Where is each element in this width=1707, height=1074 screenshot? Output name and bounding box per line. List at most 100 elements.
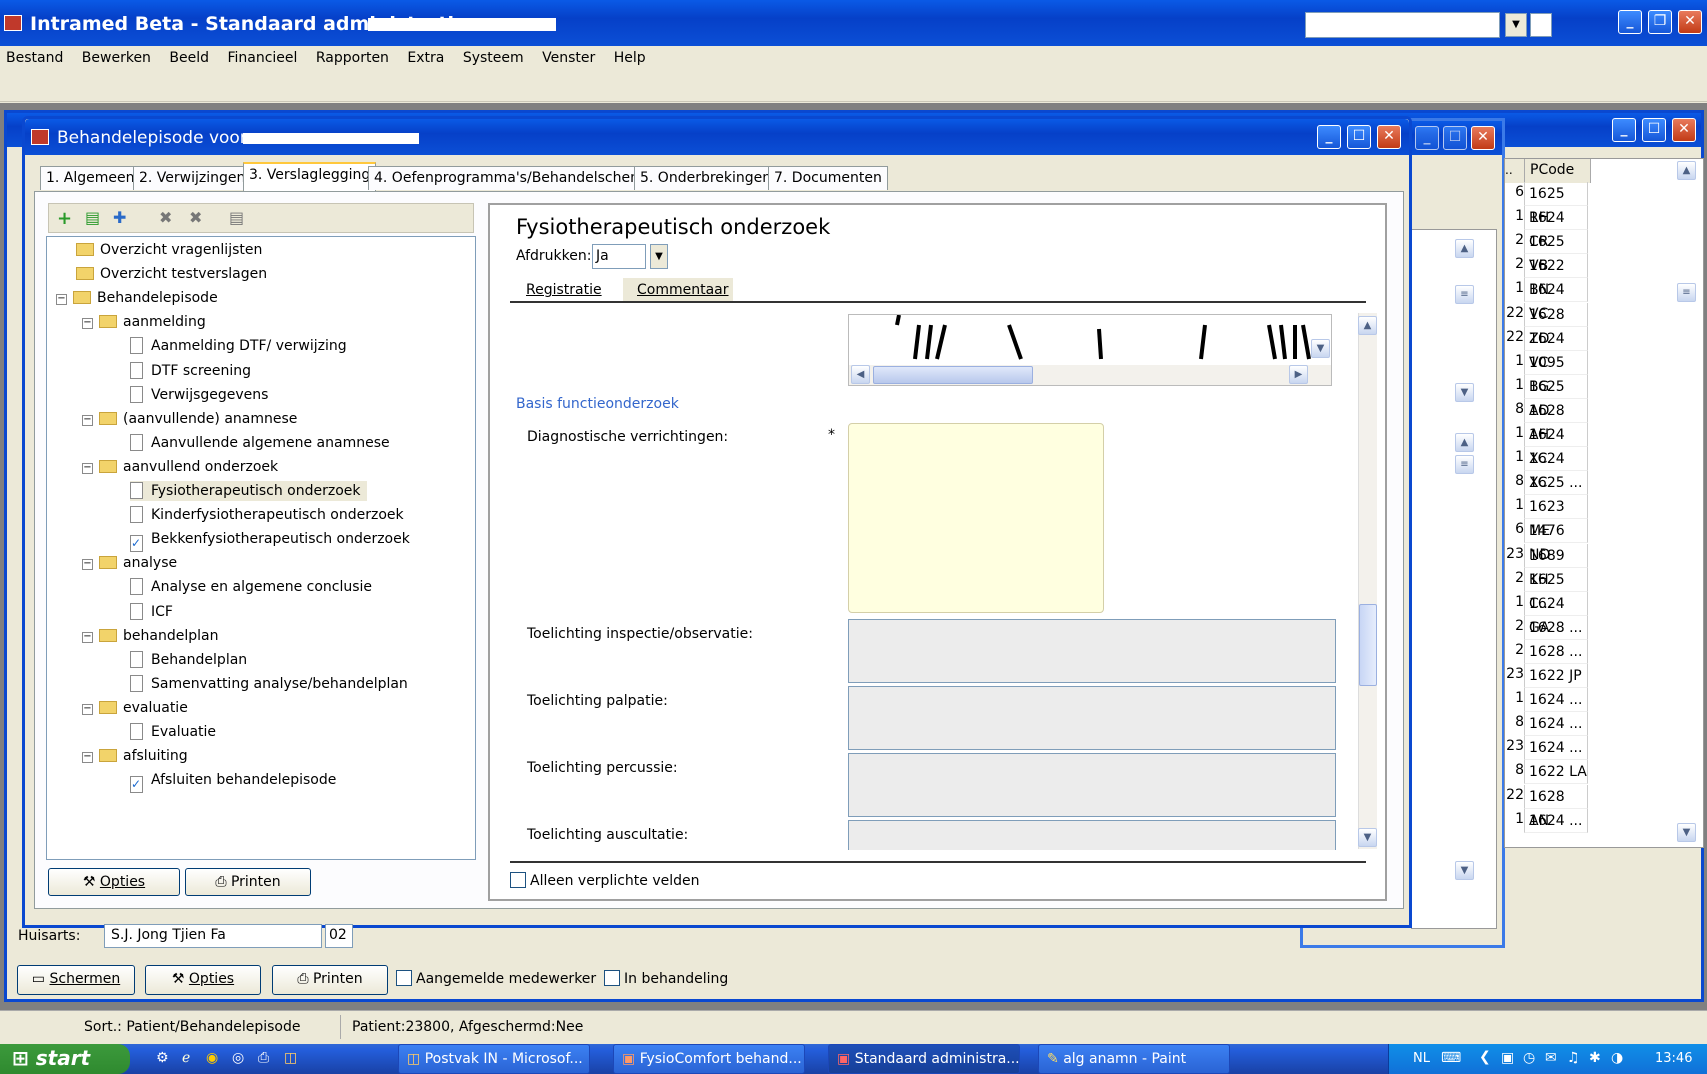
add-document-icon[interactable]: ▤ — [85, 208, 100, 227]
menu-beeld[interactable]: Beeld — [169, 50, 209, 66]
tree-item[interactable]: Analyse en algemene conclusie — [130, 577, 372, 597]
toelichting-palpatie-textarea[interactable] — [848, 686, 1336, 750]
tree-item[interactable]: ICF — [130, 602, 173, 622]
grid-cell-pcode[interactable]: 1624 GA — [1524, 591, 1588, 636]
tree-item[interactable]: − aanmelding — [82, 312, 206, 332]
form-scroll-up[interactable]: ▲ — [1358, 316, 1377, 335]
tree-item[interactable]: Overzicht testverslagen — [76, 264, 267, 284]
main-minimize-button[interactable]: _ — [1618, 10, 1642, 34]
subtab-registratie[interactable]: Registratie — [526, 282, 602, 298]
huisarts-extra-field[interactable]: 02 — [325, 924, 353, 948]
grid-cell-pcode[interactable]: 1622 JP — [1524, 664, 1588, 688]
tray-bluetooth-icon[interactable]: ✱ — [1589, 1050, 1601, 1066]
tree-item[interactable]: Overzicht vragenlijsten — [76, 240, 262, 260]
grid-scroll-up[interactable]: ▲ — [1677, 161, 1696, 180]
tab-algemeen[interactable]: 1. Algemeen — [40, 166, 141, 190]
middle-scroll-up-2[interactable]: ▲ — [1455, 433, 1474, 452]
tree-item[interactable]: Kinderfysiotherapeutisch onderzoek — [130, 505, 404, 525]
collapse-toggle-icon[interactable]: − — [82, 631, 93, 643]
huisarts-field[interactable]: S.J. Jong Tjien Fa — [104, 924, 322, 948]
tree-item[interactable]: − behandelplan — [82, 626, 218, 646]
tab-verslaglegging[interactable]: 3. Verslaglegging — [243, 162, 377, 192]
tree-item[interactable]: DTF screening — [130, 361, 251, 381]
grid-cell-pcode[interactable]: 1622 LA — [1524, 760, 1588, 785]
bg-close-button[interactable]: ✕ — [1672, 118, 1696, 142]
tree-item[interactable]: Aanmelding DTF/ verwijzing — [130, 336, 347, 356]
title-search-box[interactable] — [1305, 12, 1500, 38]
report-icon[interactable]: ▤ — [229, 208, 244, 227]
toelichting-percussie-textarea[interactable] — [848, 753, 1336, 817]
menu-help[interactable]: Help — [614, 50, 646, 66]
drawing-scroll-down[interactable]: ▼ — [1311, 339, 1330, 358]
add-multiple-icon[interactable]: ✚ — [113, 208, 126, 227]
dialog-close-button[interactable]: ✕ — [1377, 125, 1401, 149]
menu-extra[interactable]: Extra — [407, 50, 444, 66]
toelichting-auscultatie-textarea[interactable] — [848, 820, 1336, 850]
tree-item[interactable]: − analyse — [82, 553, 177, 573]
task-powerpoint[interactable]: ▣ FysioComfort behand... — [613, 1044, 805, 1074]
grid-cell-pcode[interactable]: 1628 AH — [1524, 398, 1588, 443]
tree-opties-button[interactable]: ⚒ Opties — [48, 868, 180, 896]
quicklaunch-media-icon[interactable]: ◎ — [232, 1050, 244, 1066]
title-dropdown-button[interactable]: ▼ — [1505, 13, 1527, 37]
main-restore-button[interactable]: ❐ — [1648, 10, 1672, 34]
delete-icon[interactable]: ✖ — [159, 208, 172, 227]
grid-cell-pcode[interactable]: 1625 ... — [1524, 471, 1588, 496]
menu-rapporten[interactable]: Rapporten — [316, 50, 389, 66]
form-scroll-down[interactable]: ▼ — [1358, 828, 1377, 847]
tree-printen-button[interactable]: ⎙ Printen — [185, 868, 311, 896]
grid-cell-pcode[interactable]: 1624 XC — [1524, 447, 1588, 491]
grid-cell-pcode[interactable]: 1624 VC — [1524, 326, 1588, 371]
middle-maximize-button[interactable]: ☐ — [1443, 126, 1467, 150]
quicklaunch-chrome-icon[interactable]: ◉ — [206, 1050, 218, 1066]
in-behandeling-checkbox[interactable]: In behandeling — [604, 970, 728, 987]
aangemelde-checkbox[interactable]: Aangemelde medewerker — [396, 970, 596, 987]
grid-scroll-thumb[interactable]: ≡ — [1677, 283, 1696, 302]
tray-clock-icon[interactable]: ◷ — [1523, 1050, 1535, 1066]
drawing-hscroll-thumb[interactable] — [873, 366, 1033, 384]
only-required-checkbox[interactable]: Alleen verplichte velden — [510, 872, 700, 889]
tree-item[interactable]: Samenvatting analyse/behandelplan — [130, 674, 408, 694]
middle-close-button[interactable]: ✕ — [1471, 126, 1495, 150]
collapse-toggle-icon[interactable]: − — [82, 462, 93, 474]
tree-item[interactable]: Behandelplan — [130, 650, 247, 670]
middle-scroll-down-2[interactable]: ▼ — [1455, 861, 1474, 880]
tree-item[interactable]: Aanvullende algemene anamnese — [130, 433, 390, 453]
tray-chat-icon[interactable]: ✉ — [1545, 1050, 1557, 1066]
tray-volume-icon[interactable]: ♫ — [1567, 1050, 1580, 1066]
bg-maximize-button[interactable]: ☐ — [1642, 118, 1666, 142]
bottom-printen-button[interactable]: ⎙ Printen — [272, 965, 388, 995]
collapse-toggle-icon[interactable]: − — [82, 752, 93, 764]
collapse-toggle-icon[interactable]: − — [82, 318, 93, 330]
grid-cell-pcode[interactable]: 1624 ... — [1524, 688, 1588, 713]
toelichting-inspectie-textarea[interactable] — [848, 619, 1336, 683]
tree-item[interactable]: − aanvullend onderzoek — [82, 457, 278, 477]
drawing-scroll-left[interactable]: ◀ — [851, 365, 870, 384]
menu-bewerken[interactable]: Bewerken — [82, 50, 151, 66]
tray-expand-icon[interactable]: ❮ — [1479, 1049, 1491, 1065]
grid-cell-pcode[interactable]: 1624 XC — [1524, 423, 1588, 467]
middle-minimize-button[interactable]: _ — [1415, 126, 1439, 150]
grid-cell-pcode[interactable]: 1689 KH — [1524, 543, 1588, 588]
tree-item[interactable]: ✓ Afsluiten behandelepisode — [130, 770, 336, 794]
subtab-commentaar[interactable]: Commentaar — [623, 278, 733, 302]
tab-verwijzingen[interactable]: 2. Verwijzingen — [133, 166, 252, 190]
grid-cell-pcode[interactable]: 1624 ... — [1524, 712, 1588, 737]
only-required-box[interactable] — [510, 872, 526, 888]
grid-cell-pcode[interactable]: 1628 AN — [1524, 784, 1588, 829]
grid-cell-pcode[interactable]: 1476 ND — [1524, 519, 1588, 563]
aangemelde-box[interactable] — [396, 970, 412, 986]
grid-cell-pcode[interactable]: 1623 ME — [1524, 495, 1588, 539]
collapse-toggle-icon[interactable]: − — [82, 559, 93, 571]
grid-cell-pcode[interactable]: 1624 VC — [1524, 278, 1588, 322]
tree-item[interactable]: Fysiotherapeutisch onderzoek — [130, 481, 367, 501]
tray-network-icon[interactable]: ▣ — [1501, 1050, 1514, 1066]
tree-item[interactable]: − Behandelepisode — [56, 288, 218, 308]
menu-venster[interactable]: Venster — [542, 50, 595, 66]
form-scrollbar[interactable] — [1358, 313, 1377, 849]
grid-cell-pcode[interactable]: 1624 ... — [1524, 808, 1588, 833]
grid-cell-pcode[interactable]: 1625 RH — [1524, 182, 1588, 226]
grid-cell-pcode[interactable]: 1625 AD — [1524, 374, 1588, 419]
bottom-opties-button[interactable]: ⚒ Opties — [145, 965, 261, 995]
task-intramed[interactable]: ▣ Standaard administra... — [828, 1044, 1020, 1074]
